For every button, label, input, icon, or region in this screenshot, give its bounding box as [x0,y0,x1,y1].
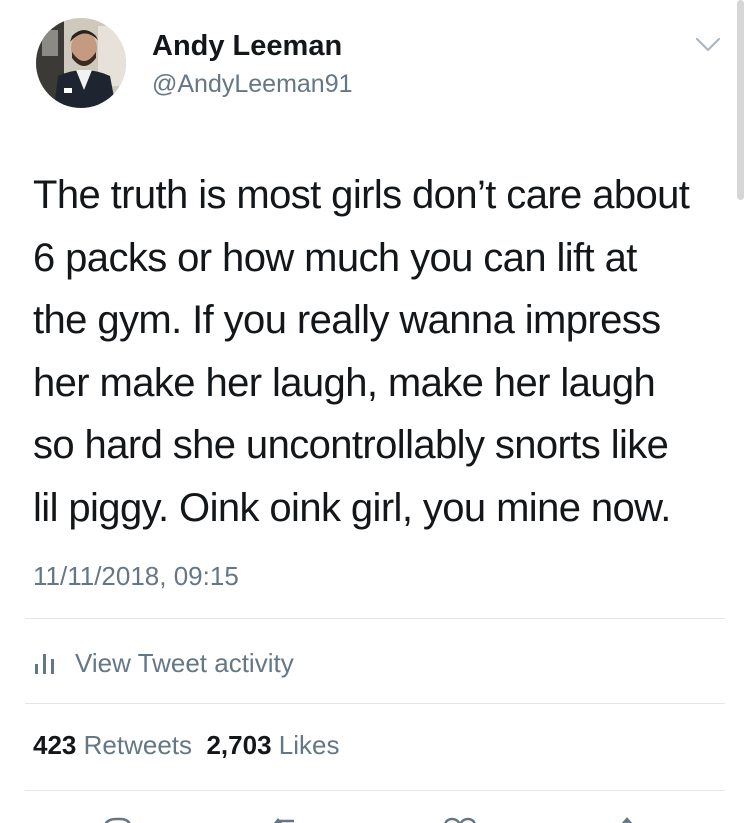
tweet-text-line: so hard she uncontrollably snorts like [33,423,669,467]
divider [25,703,725,704]
likes-count: 2,703 [206,730,272,760]
share-icon[interactable] [612,815,642,823]
avatar[interactable] [36,18,126,108]
tweet-action-bar [0,805,750,823]
display-name[interactable]: Andy Leeman [152,30,342,63]
chevron-down-icon[interactable] [694,34,722,56]
like-icon[interactable] [440,815,480,823]
likes-label: Likes [278,730,340,760]
activity-label: View Tweet activity [75,647,294,678]
tweet-detail: Andy Leeman @AndyLeeman91 The truth is m… [0,0,750,823]
retweets-stat[interactable]: 423 Retweets [33,730,192,760]
divider [25,790,725,791]
retweets-label: Retweets [83,730,193,760]
profile-photo-icon [36,18,126,108]
bar-chart-icon [35,654,54,674]
scrollbar[interactable] [737,0,744,200]
user-handle[interactable]: @AndyLeeman91 [152,70,353,99]
tweet-text-line: lil piggy. Oink oink girl, you mine now. [33,485,671,530]
retweet-icon[interactable] [272,815,312,823]
reply-icon[interactable] [100,815,134,823]
view-tweet-activity-link[interactable]: View Tweet activity [33,643,294,683]
likes-stat[interactable]: 2,703 Likes [206,730,339,760]
tweet-text: The truth is most girls don’t care about… [33,164,733,539]
tweet-text-line: her make her laugh, make her laugh [33,360,656,405]
retweets-count: 423 [33,730,77,760]
tweet-text-line: the gym. If you really wanna impress [33,298,661,342]
tweet-timestamp: 11/11/2018, 09:15 [33,561,239,591]
tweet-text-line: The truth is most girls don’t care about [33,173,690,217]
divider [25,618,725,619]
tweet-stats: 423 Retweets 2,703 Likes [33,730,339,761]
tweet-text-line: 6 packs or how much you can lift at [33,235,637,280]
